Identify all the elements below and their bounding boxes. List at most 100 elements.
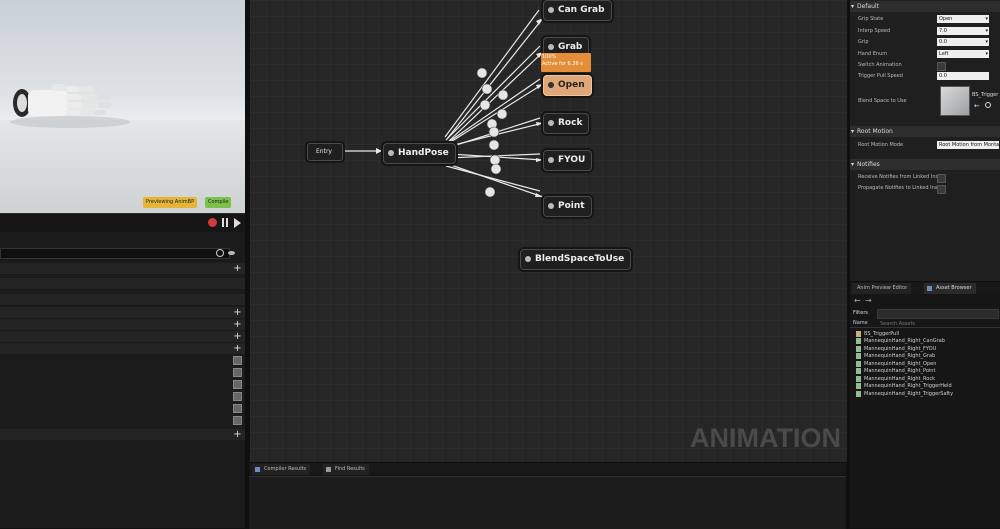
pause-icon[interactable] xyxy=(222,218,224,227)
tab-anim-preview-editor[interactable]: Anim Preview Editor xyxy=(852,283,912,294)
checkbox-icon[interactable] xyxy=(233,380,242,389)
use-selected-arrow-icon[interactable]: ← xyxy=(974,102,980,110)
anim-sequence-icon xyxy=(856,382,861,389)
prop-row: Root Motion Mode Root Motion from Montage xyxy=(850,140,1000,151)
anim-sequence-icon xyxy=(856,337,861,344)
checkbox-icon[interactable] xyxy=(233,404,242,413)
add-icon[interactable]: + xyxy=(233,429,242,440)
forward-arrow-icon[interactable]: → xyxy=(865,296,872,305)
asset-name: MannequinHand_Right_Point xyxy=(864,368,936,374)
asset-item[interactable]: MannequinHand_Right_Point xyxy=(856,367,935,375)
add-icon[interactable]: + xyxy=(233,331,242,342)
interp-speed-field[interactable]: 7.0 xyxy=(937,27,989,35)
state-node-rock[interactable]: Rock xyxy=(543,113,590,134)
hand-enum-dropdown[interactable]: Left xyxy=(937,50,989,58)
graph-watermark: ANIMATION xyxy=(690,423,841,453)
checkbox-icon[interactable] xyxy=(233,416,242,425)
prop-row: Hand Enum Left xyxy=(850,49,1000,60)
state-status-tooltip: 100% Active for 6.36 s xyxy=(541,53,591,72)
section-notifies[interactable]: Notifies xyxy=(850,159,1000,170)
checkbox-icon[interactable] xyxy=(233,392,242,401)
add-icon[interactable]: + xyxy=(233,263,242,274)
section-default[interactable]: Default xyxy=(850,1,1000,12)
propagate-notifies-checkbox[interactable] xyxy=(937,185,946,194)
blendspace-icon xyxy=(525,256,531,262)
record-icon[interactable] xyxy=(208,218,217,227)
tab-asset-browser[interactable]: Asset Browser xyxy=(924,283,976,294)
asset-search-input[interactable]: Search Assets xyxy=(877,309,999,327)
column-header-name[interactable]: Name xyxy=(853,320,868,326)
asset-item[interactable]: MannequinHand_Right_Grab xyxy=(856,352,935,360)
filters-button[interactable]: Filters xyxy=(853,310,868,316)
hand-mesh-preview xyxy=(10,84,130,128)
prop-row: Grip 0.0 xyxy=(850,37,1000,48)
state-node-point[interactable]: Point xyxy=(543,196,592,217)
anim-sequence-icon xyxy=(856,367,861,374)
prop-label: Hand Enum xyxy=(858,51,888,57)
grip-field[interactable]: 0.0 xyxy=(937,38,989,46)
root-motion-mode-dropdown[interactable]: Root Motion from Montage xyxy=(937,141,999,149)
entry-node[interactable]: Entry xyxy=(307,143,343,161)
add-icon[interactable]: + xyxy=(233,307,242,318)
left-row xyxy=(0,294,245,306)
viewport-playback-toolbar xyxy=(0,213,245,232)
add-icon[interactable]: + xyxy=(233,343,242,354)
blendspace-node[interactable]: BlendSpaceToUse xyxy=(520,249,632,270)
asset-item[interactable]: MannequinHand_Right_CanGrab xyxy=(856,337,945,345)
state-icon xyxy=(548,120,554,126)
preview-viewport[interactable]: Previewing AnimBP Compile xyxy=(0,0,245,213)
asset-browser-icon xyxy=(927,286,932,291)
left-row: + xyxy=(0,331,245,343)
state-node-fyou[interactable]: FYOU xyxy=(543,150,593,171)
state-label: Open xyxy=(558,80,585,90)
prop-label: Receive Notifies from Linked Insta xyxy=(858,174,944,180)
status-percent: 100% xyxy=(542,54,557,60)
checkbox-icon[interactable] xyxy=(233,368,242,377)
state-icon xyxy=(548,157,554,163)
prop-label: Blend Space to Use xyxy=(858,98,907,104)
anim-sequence-icon xyxy=(856,360,861,367)
asset-name: MannequinHand_Right_CanGrab xyxy=(864,338,945,344)
eye-icon[interactable] xyxy=(228,251,235,255)
status-active-time: Active for 6.36 s xyxy=(542,61,583,67)
asset-browser-panel: ← → Filters Search Assets Name BS_Trigge… xyxy=(850,294,1000,528)
back-arrow-icon[interactable]: ← xyxy=(854,296,861,305)
switch-animation-checkbox[interactable] xyxy=(937,62,946,71)
asset-item[interactable]: MannequinHand_Right_TriggerHeld xyxy=(856,382,952,390)
compiler-icon xyxy=(255,467,260,472)
left-row: + xyxy=(0,263,245,275)
asset-item[interactable]: MannequinHand_Right_TriggerSafty xyxy=(856,390,953,398)
trigger-pull-speed-field[interactable]: 0.0 xyxy=(937,72,989,80)
play-icon[interactable] xyxy=(234,218,241,228)
browse-search-icon[interactable] xyxy=(985,102,991,108)
prop-row: Grip State Open xyxy=(850,14,1000,25)
state-icon xyxy=(548,82,554,88)
blendspace-asset-icon xyxy=(856,330,861,337)
receive-notifies-checkbox[interactable] xyxy=(937,174,946,183)
details-panel: Default Grip State Open Interp Speed 7.0 G… xyxy=(850,0,1000,281)
left-details-panel: + + + + + + xyxy=(0,232,245,528)
prop-label: Grip State xyxy=(858,16,884,22)
state-node-open[interactable]: Open xyxy=(543,75,592,96)
asset-name: MannequinHand_Right_Grab xyxy=(864,353,936,359)
asset-tab-bar: Anim Preview Editor Asset Browser xyxy=(850,282,1000,294)
divider xyxy=(850,327,1000,328)
find-icon xyxy=(326,467,331,472)
prop-row: Propagate Notifies to Linked Insta xyxy=(850,183,1000,194)
blendspace-asset-name: BS_Trigger xyxy=(972,92,999,98)
tab-find-results[interactable]: Find Results xyxy=(323,464,369,475)
prop-row: Interp Speed 7.0 xyxy=(850,26,1000,37)
grip-state-dropdown[interactable]: Open xyxy=(937,15,989,23)
state-node-handpose[interactable]: HandPose xyxy=(383,143,456,164)
anim-sequence-icon xyxy=(856,345,861,352)
blendspace-thumbnail[interactable] xyxy=(940,86,970,116)
checkbox-icon[interactable] xyxy=(233,356,242,365)
add-icon[interactable]: + xyxy=(233,319,242,330)
state-label: Can Grab xyxy=(558,5,605,15)
section-root-motion[interactable]: Root Motion xyxy=(850,126,1000,137)
state-icon xyxy=(548,44,554,50)
left-search-input[interactable] xyxy=(0,248,230,259)
compile-badge: Compile xyxy=(205,197,232,208)
tab-compiler-results[interactable]: Compiler Results xyxy=(252,464,311,475)
state-node-can-grab[interactable]: Can Grab xyxy=(543,0,612,21)
